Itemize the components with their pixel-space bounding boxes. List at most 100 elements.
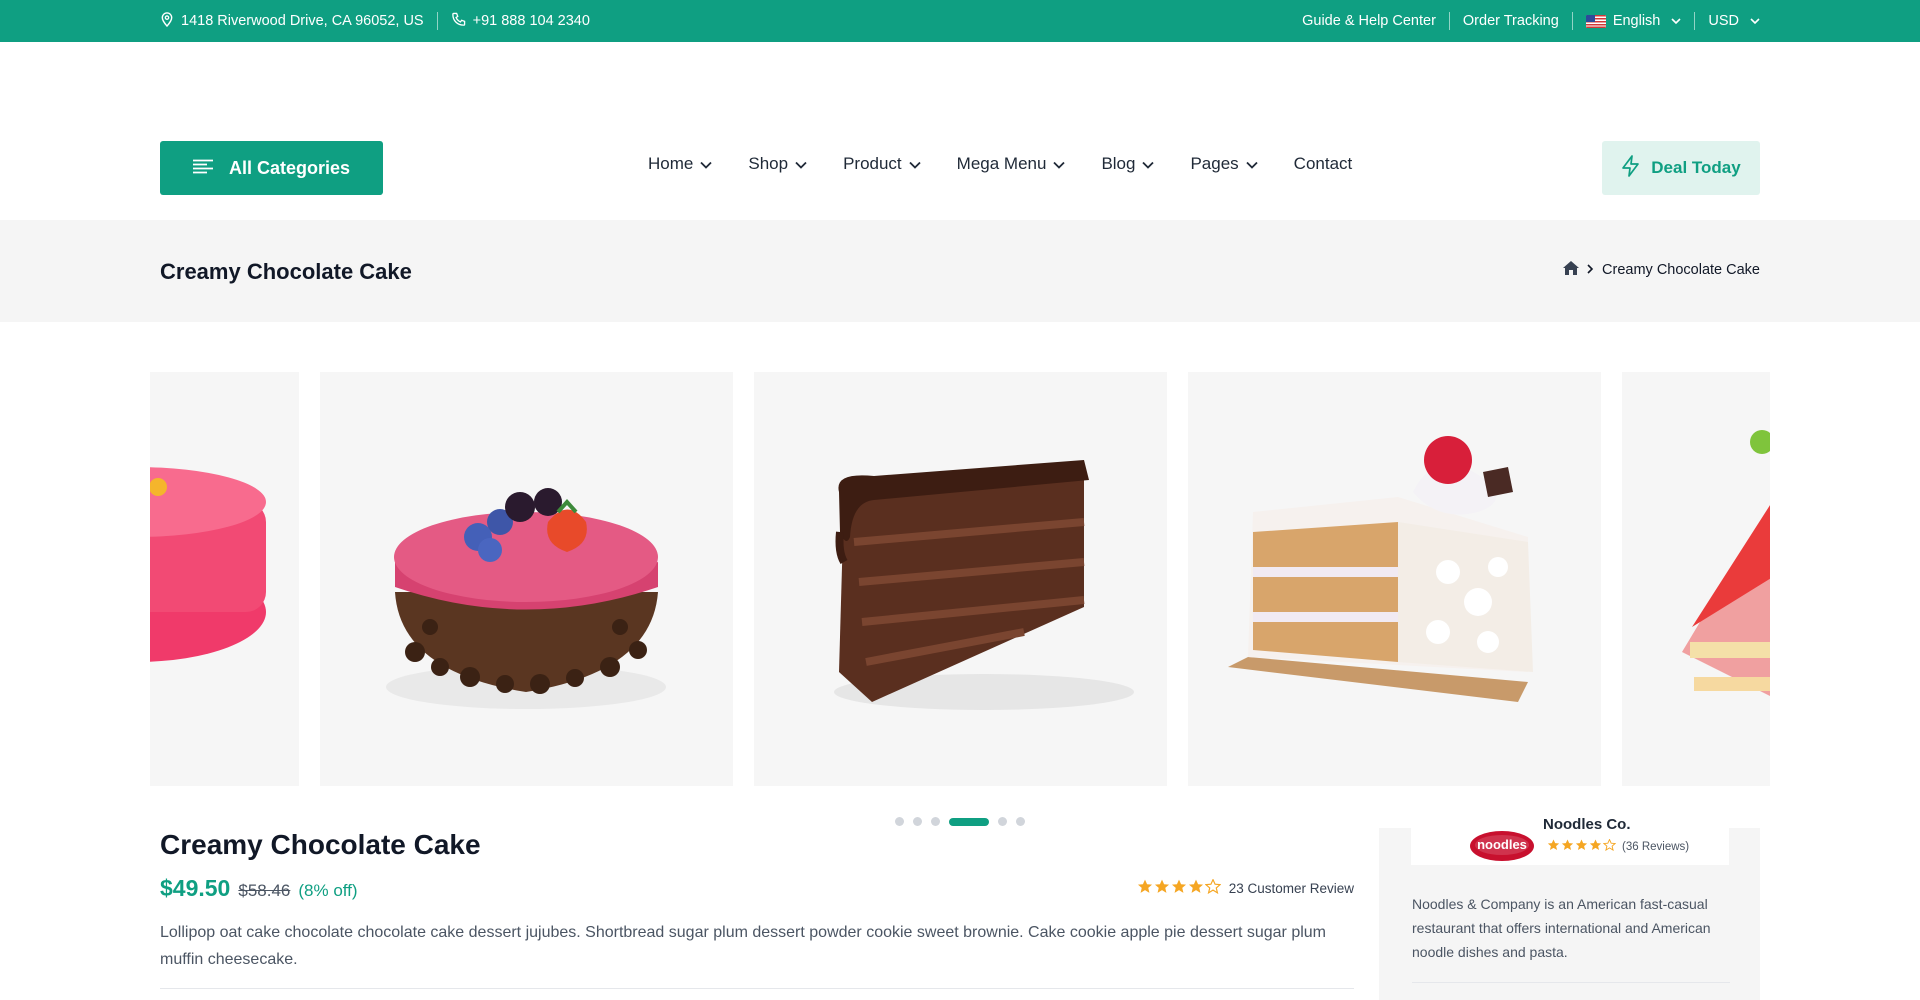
price-row: $49.50 $58.46 (8% off): [160, 875, 358, 902]
product-price: $49.50: [160, 875, 231, 901]
chevron-down-icon: [700, 154, 712, 174]
all-categories-label: All Categories: [229, 157, 351, 178]
deal-today-button[interactable]: Deal Today: [1602, 141, 1760, 195]
gallery-slide-strawberry-slice[interactable]: [1622, 372, 1770, 786]
star-empty-icon: [1204, 878, 1222, 897]
all-categories-button[interactable]: All Categories: [160, 141, 383, 195]
location-pin-icon: [160, 11, 174, 31]
main-nav: Home Shop Product Mega Menu Blog Pages C…: [648, 154, 1352, 174]
chevron-down-icon: [1142, 154, 1155, 174]
star-filled-icon: [1547, 839, 1560, 854]
nav-label: Pages: [1190, 154, 1239, 173]
currency-label: USD: [1708, 13, 1739, 29]
guide-link[interactable]: Guide & Help Center: [1302, 13, 1436, 29]
header: All Categories Home Shop Product Mega Me…: [0, 42, 1920, 220]
nav-label: Blog: [1101, 154, 1136, 173]
gallery-slide-berry-cake[interactable]: [320, 372, 733, 786]
menu-lines-icon: [193, 158, 213, 179]
gallery-dots: [895, 817, 1025, 826]
vendor-rating-stars: [1547, 838, 1617, 854]
vendor-description: Noodles & Company is an American fast-ca…: [1412, 896, 1711, 960]
chevron-down-icon: [1246, 154, 1258, 174]
lightning-icon: [1621, 154, 1641, 182]
nav-item-home[interactable]: Home: [648, 154, 712, 174]
divider: [436, 12, 438, 30]
divider: [160, 988, 1354, 989]
rating-stars: [1137, 878, 1222, 897]
svg-text:noodles: noodles: [1477, 837, 1527, 852]
gallery-slide-chocolate-slice[interactable]: [754, 372, 1167, 786]
star-filled-icon: [1575, 839, 1588, 854]
language-select[interactable]: English: [1585, 13, 1682, 29]
nav-item-contact[interactable]: Contact: [1294, 154, 1353, 174]
gallery-dot-active[interactable]: [949, 817, 989, 826]
star-filled-icon: [1188, 879, 1204, 897]
divider: [1448, 12, 1450, 30]
chevron-down-icon: [909, 154, 921, 174]
divider: [1412, 982, 1730, 983]
vendor-card: noodles Noodles Co. (36 Reviews) Noodles…: [1379, 816, 1760, 1000]
gallery-dot[interactable]: [913, 817, 922, 826]
gallery-dot[interactable]: [895, 817, 904, 826]
order-tracking-link[interactable]: Order Tracking: [1463, 13, 1559, 29]
nav-item-product[interactable]: Product: [843, 154, 921, 174]
phone[interactable]: +91 888 104 2340: [451, 12, 590, 31]
phone-text: +91 888 104 2340: [472, 13, 590, 29]
vendor-logo[interactable]: noodles: [1469, 830, 1535, 867]
nav-label: Contact: [1293, 154, 1353, 173]
gallery-dot[interactable]: [931, 817, 940, 826]
currency-select[interactable]: USD: [1708, 13, 1760, 29]
page-title-band: Creamy Chocolate Cake Creamy Chocolate C…: [0, 220, 1920, 322]
product-description: Lollipop oat cake chocolate chocolate ca…: [160, 924, 1326, 968]
page-title: Creamy Chocolate Cake: [160, 259, 412, 284]
vendor-review-count: (36 Reviews): [1622, 840, 1690, 853]
chevron-down-icon: [1750, 13, 1760, 29]
berry-chocolate-cake-image: [320, 372, 733, 786]
star-filled-icon: [1137, 879, 1153, 897]
star-empty-icon: [1602, 838, 1617, 854]
chocolate-cake-slice-image: [754, 372, 1167, 786]
phone-icon: [451, 12, 466, 31]
breadcrumb: Creamy Chocolate Cake: [1563, 261, 1760, 279]
star-filled-icon: [1154, 879, 1170, 897]
pink-glazed-cake-image: [150, 372, 299, 786]
nav-item-blog[interactable]: Blog: [1101, 154, 1155, 174]
nav-label: Home: [648, 154, 694, 173]
chevron-down-icon: [1671, 13, 1681, 29]
nav-item-shop[interactable]: Shop: [748, 154, 807, 174]
nav-label: Shop: [748, 154, 789, 173]
nav-item-pages[interactable]: Pages: [1190, 154, 1258, 174]
vendor-rating: (36 Reviews): [1547, 838, 1690, 854]
vendor-name[interactable]: Noodles Co.: [1543, 816, 1631, 833]
gallery-slide-cream-slice[interactable]: [1188, 372, 1601, 786]
breadcrumb-current: Creamy Chocolate Cake: [1602, 262, 1760, 278]
product-name: Creamy Chocolate Cake: [160, 829, 481, 860]
us-flag-icon: [1585, 14, 1606, 28]
nav-label: Mega Menu: [956, 154, 1047, 173]
star-filled-icon: [1561, 839, 1574, 854]
divider: [1571, 12, 1573, 30]
gallery-dot[interactable]: [1016, 817, 1025, 826]
product-gallery[interactable]: [150, 372, 1770, 786]
gallery-dot[interactable]: [998, 817, 1007, 826]
address-text: 1418 Riverwood Drive, CA 96052, US: [181, 13, 424, 29]
deal-today-label: Deal Today: [1651, 158, 1741, 177]
nav-label: Product: [843, 154, 902, 173]
language-label: English: [1612, 13, 1661, 29]
star-filled-icon: [1171, 879, 1187, 897]
product-rating: 23 Customer Review: [1137, 878, 1354, 897]
address: 1418 Riverwood Drive, CA 96052, US: [160, 11, 424, 31]
review-count[interactable]: 23 Customer Review: [1229, 881, 1354, 896]
home-icon[interactable]: [1563, 261, 1580, 279]
star-filled-icon: [1589, 839, 1602, 854]
product-discount: (8% off): [298, 881, 358, 900]
cream-cake-slice-image: [1188, 372, 1601, 786]
gallery-slide-pink-cake[interactable]: [150, 372, 299, 786]
nav-item-mega-menu[interactable]: Mega Menu: [957, 154, 1066, 174]
strawberry-cake-slice-image: [1622, 372, 1770, 786]
divider: [1694, 12, 1696, 30]
top-bar: 1418 Riverwood Drive, CA 96052, US +91 8…: [0, 0, 1920, 42]
vendor-header: noodles Noodles Co. (36 Reviews): [1411, 816, 1729, 867]
chevron-down-icon: [795, 154, 807, 174]
chevron-right-icon: [1587, 262, 1594, 278]
